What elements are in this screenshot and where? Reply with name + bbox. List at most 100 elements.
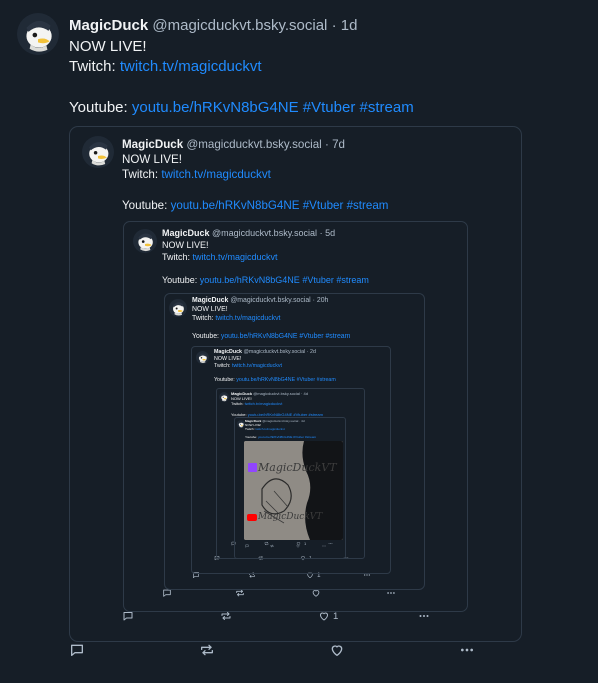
- avatar-quote-4[interactable]: [196, 351, 209, 364]
- youtube-link[interactable]: youtu.be/hRKvN8bG4NE: [132, 99, 299, 116]
- twitch-label: Twitch:: [162, 251, 191, 262]
- author-handle[interactable]: @magicduckvt.bsky.social: [230, 297, 310, 304]
- hashtag-stream[interactable]: #stream: [305, 435, 316, 439]
- hashtag-stream[interactable]: #stream: [360, 99, 414, 116]
- youtube-line: Youtube: youtu.be/hRKvN8bG4NE #Vtuber #s…: [162, 275, 369, 287]
- author-handle[interactable]: @magicduckvt.bsky.social: [253, 391, 300, 396]
- status-text: NOW LIVE!: [214, 355, 242, 362]
- post-time[interactable]: 7d: [332, 138, 345, 151]
- hashtag-stream[interactable]: #stream: [325, 333, 350, 340]
- twitch-label: Twitch:: [231, 401, 244, 407]
- hashtag-stream[interactable]: #stream: [336, 275, 369, 285]
- youtube-link[interactable]: youtu.be/hRKvN8bG4NE: [236, 377, 295, 383]
- post-header-quote-3: MagicDuck @magicduckvt.bsky.social · 20h: [192, 296, 350, 305]
- post-body-quote-6: MagicDuck @magicduckvt.bsky.social · 4d N…: [245, 419, 316, 439]
- twitch-link[interactable]: twitch.tv/magicduckvt: [193, 252, 278, 262]
- post-time[interactable]: 4d: [301, 419, 304, 423]
- youtube-line: Youtube: youtu.be/hRKvN8bG4NE #Vtuber #s…: [192, 332, 350, 341]
- youtube-label: Youtube:: [69, 99, 128, 116]
- twitch-link[interactable]: twitch.tv/magicduckvt: [120, 58, 262, 75]
- twitch-label: Twitch:: [122, 168, 159, 182]
- more-icon: [459, 642, 475, 658]
- post-header-quote-1: MagicDuck @magicduckvt.bsky.social · 7d: [122, 137, 388, 152]
- youtube-line: Youtube: youtu.be/hRKvN8bG4NE #Vtuber #s…: [69, 98, 414, 119]
- more-button[interactable]: [459, 642, 475, 658]
- stream-thumbnail[interactable]: [244, 441, 343, 540]
- post-time[interactable]: 5d: [325, 228, 335, 238]
- twitch-label: Twitch:: [214, 362, 231, 369]
- post-body-quote-1: MagicDuck @magicduckvt.bsky.social · 7d N…: [122, 137, 388, 213]
- separator: ·: [312, 297, 315, 304]
- author-handle[interactable]: @magicduckvt.bsky.social: [243, 349, 305, 355]
- youtube-label: Youtube:: [162, 275, 198, 286]
- avatar-quote-6[interactable]: [237, 420, 245, 428]
- post-time[interactable]: 4d: [304, 391, 308, 396]
- twitch-link[interactable]: twitch.tv/magicduckvt: [245, 401, 283, 406]
- like-button[interactable]: [329, 642, 348, 658]
- hashtag-stream[interactable]: #stream: [347, 199, 389, 212]
- more-button-quote-6[interactable]: [322, 544, 326, 548]
- hashtag-stream[interactable]: #stream: [317, 377, 336, 383]
- post-body-quote-4: MagicDuck @magicduckvt.bsky.social · 2d N…: [214, 349, 336, 384]
- twitch-label: Twitch:: [192, 315, 214, 322]
- twitch-link[interactable]: twitch.tv/magicduckvt: [215, 315, 280, 322]
- reply-icon: [69, 642, 85, 658]
- like-count: 1: [333, 610, 339, 622]
- avatar-quote-5[interactable]: [219, 392, 229, 402]
- twitch-link[interactable]: twitch.tv/magicduckvt: [256, 427, 285, 431]
- hashtag-vtuber[interactable]: #Vtuber: [293, 435, 304, 439]
- youtube-line: Youtube: youtu.be/hRKvN8bG4NE #Vtuber #s…: [122, 198, 388, 213]
- author-handle[interactable]: @magicduckvt.bsky.social: [186, 138, 321, 151]
- author-name[interactable]: MagicDuck: [69, 17, 148, 34]
- twitch-link[interactable]: twitch.tv/magicduckvt: [161, 168, 271, 181]
- hashtag-vtuber[interactable]: #Vtuber: [297, 377, 316, 383]
- post-body-quote-2: MagicDuck @magicduckvt.bsky.social · 5d N…: [162, 228, 369, 287]
- twitch-link[interactable]: twitch.tv/magicduckvt: [232, 363, 282, 369]
- author-name[interactable]: MagicDuck: [214, 349, 242, 355]
- avatar-quote-1[interactable]: [82, 136, 114, 168]
- youtube-link[interactable]: youtu.be/hRKvN8bG4NE: [200, 275, 300, 285]
- repost-button[interactable]: [199, 642, 215, 658]
- author-handle[interactable]: @magicduckvt.bsky.social: [212, 228, 317, 238]
- reply-button[interactable]: [69, 642, 85, 658]
- avatar[interactable]: [17, 13, 59, 55]
- post-body: MagicDuck @magicduckvt.bsky.social · 1d N…: [69, 16, 414, 119]
- youtube-line: Youtube: youtu.be/hRKvN8bG4NE #Vtuber #s…: [214, 377, 336, 384]
- twitch-line: Twitch: twitch.tv/magicduckvt: [214, 363, 336, 370]
- twitch-label: Twitch:: [69, 58, 116, 75]
- youtube-label: Youtube:: [245, 435, 258, 439]
- hashtag-vtuber[interactable]: #Vtuber: [303, 199, 344, 212]
- separator: ·: [324, 138, 329, 151]
- hashtag-vtuber[interactable]: #Vtuber: [302, 275, 334, 285]
- post-time[interactable]: 2d: [310, 349, 316, 355]
- youtube-link[interactable]: youtu.be/hRKvN8bG4NE: [171, 199, 300, 212]
- reply-button-quote-6[interactable]: [245, 544, 249, 548]
- post-time[interactable]: 20h: [317, 297, 329, 304]
- thumbnail-watermark: MagicDuckVT: [258, 461, 337, 474]
- author-handle[interactable]: @magicduckvt.bsky.social: [262, 419, 298, 423]
- author-name[interactable]: MagicDuck: [162, 228, 210, 238]
- hashtag-vtuber[interactable]: #Vtuber: [303, 99, 356, 116]
- status-text: NOW LIVE!: [162, 239, 209, 250]
- separator: ·: [301, 391, 303, 396]
- post-time[interactable]: 1d: [341, 17, 358, 34]
- author-name[interactable]: MagicDuck: [122, 138, 183, 151]
- youtube-link[interactable]: youtu.be/hRKvN8bG4NE: [221, 333, 298, 340]
- reply-icon: [245, 544, 249, 548]
- post-body-quote-3: MagicDuck @magicduckvt.bsky.social · 20h…: [192, 296, 350, 341]
- youtube-logo-icon: [247, 514, 257, 521]
- youtube-link[interactable]: youtu.be/hRKvN8bG4NE: [258, 435, 292, 439]
- author-handle[interactable]: @magicduckvt.bsky.social: [152, 17, 327, 34]
- status-text: NOW LIVE!: [122, 153, 182, 167]
- post-header-quote-2: MagicDuck @magicduckvt.bsky.social · 5d: [162, 228, 369, 240]
- thumbnail-watermark-2: MagicDuckVT: [258, 512, 323, 522]
- avatar-quote-3[interactable]: [169, 299, 187, 317]
- repost-button-quote-6[interactable]: [270, 544, 274, 548]
- twitch-line: Twitch: twitch.tv/magicduckvt: [69, 57, 414, 78]
- avatar-quote-2[interactable]: [133, 229, 157, 253]
- youtube-label: Youtube:: [122, 198, 168, 212]
- author-name[interactable]: MagicDuck: [192, 297, 228, 304]
- hashtag-vtuber[interactable]: #Vtuber: [299, 333, 323, 340]
- like-button-quote-6[interactable]: [296, 544, 303, 548]
- separator: ·: [319, 228, 323, 238]
